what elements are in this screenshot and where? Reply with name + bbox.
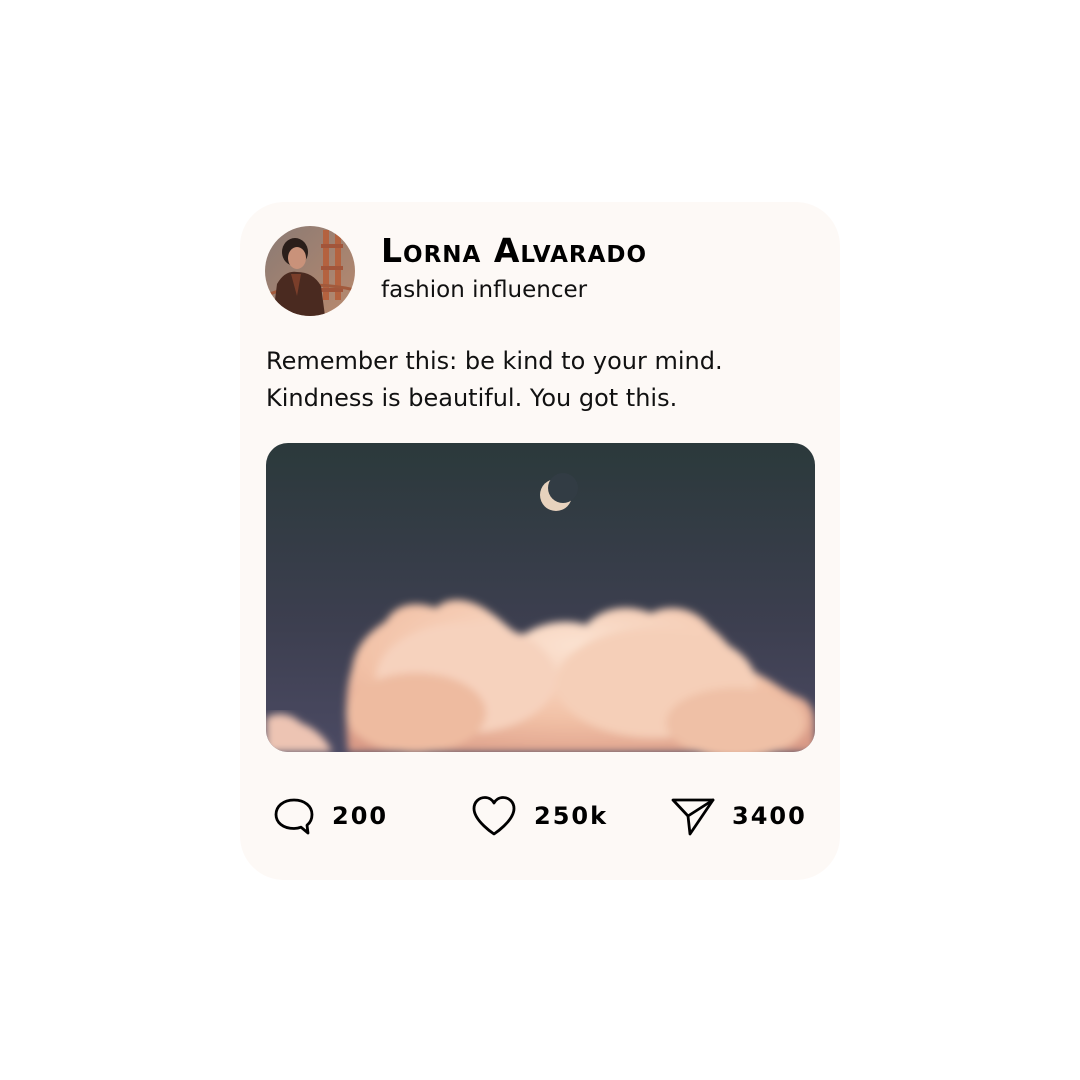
comment-icon	[272, 794, 316, 838]
author-role: fashion influencer	[381, 277, 588, 303]
comments-count: 200	[332, 802, 389, 830]
send-icon	[670, 794, 716, 838]
likes-count: 250k	[534, 802, 609, 830]
comments-button[interactable]: 200	[272, 788, 388, 844]
avatar[interactable]	[265, 226, 355, 316]
author-name[interactable]: Lorna Alvarado	[381, 234, 647, 267]
post-actions: 200 250k 3400	[240, 788, 840, 844]
moon-clouds-image	[266, 443, 815, 752]
post-caption: Remember this: be kind to your mind. Kin…	[266, 343, 826, 417]
heart-icon	[470, 794, 518, 838]
share-button[interactable]: 3400	[670, 788, 807, 844]
avatar-image	[265, 226, 355, 316]
shares-count: 3400	[732, 802, 807, 830]
post-card: Lorna Alvarado fashion influencer Rememb…	[240, 202, 840, 880]
post-image[interactable]	[266, 443, 815, 752]
like-button[interactable]: 250k	[470, 788, 608, 844]
caption-line: Kindness is beautiful. You got this.	[266, 384, 678, 412]
caption-line: Remember this: be kind to your mind.	[266, 347, 723, 375]
